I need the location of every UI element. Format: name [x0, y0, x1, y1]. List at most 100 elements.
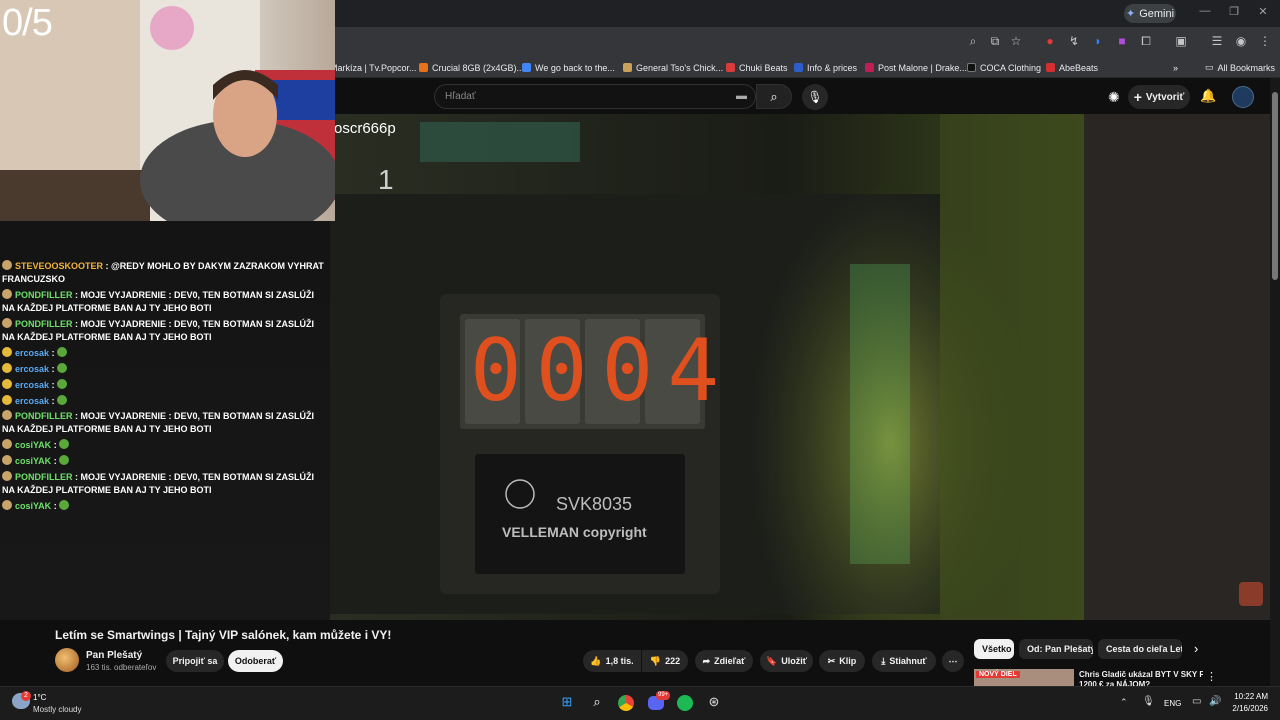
bookmark-item[interactable]: We go back to the...: [522, 61, 615, 74]
volume-icon[interactable]: 🔊: [1209, 696, 1221, 707]
chat-username[interactable]: PONDFILLER: [15, 290, 73, 300]
rec-video-thumbnail[interactable]: NOVÝ DIEL: [974, 669, 1074, 686]
extension-purple-icon[interactable]: ■: [1115, 34, 1129, 48]
bookmark-item[interactable]: Markíza | Tv.Popcor...: [330, 61, 417, 74]
folder-icon: ▭: [1205, 62, 1214, 72]
create-button[interactable]: + Vytvoriť: [1128, 85, 1190, 109]
install-icon[interactable]: ⧉: [988, 34, 1002, 48]
dislike-button[interactable]: 👎 222: [642, 650, 688, 672]
bookmark-item[interactable]: AbeBeats: [1046, 61, 1098, 74]
all-bookmarks-folder[interactable]: ▭ All Bookmarks: [1205, 61, 1275, 74]
tab-search-icon[interactable]: ▣: [1174, 34, 1188, 48]
extension-blue-icon[interactable]: ◗: [1091, 34, 1105, 48]
chat-username[interactable]: PONDFILLER: [15, 472, 73, 482]
gemini-button[interactable]: ✦ Gemini: [1124, 4, 1176, 23]
chevron-right-icon[interactable]: »: [1173, 61, 1178, 74]
search-input[interactable]: Hľadať ▬: [434, 84, 756, 109]
new-badge: NOVÝ DIEL: [976, 671, 1020, 678]
share-button[interactable]: ➦ Zdieľať: [695, 650, 753, 672]
chat-username[interactable]: cosiYAK: [15, 501, 51, 511]
clock-date[interactable]: 2/16/2026: [1222, 704, 1268, 713]
menu-kebab-icon[interactable]: ⋮: [1258, 34, 1272, 48]
chat-message: PONDFILLER : MOJE VYJADRENIE : DEV0, TEN…: [2, 289, 328, 315]
restore-icon[interactable]: ❐: [1227, 5, 1241, 21]
bookmark-item[interactable]: COCA Clothing: [967, 61, 1041, 74]
minimize-icon[interactable]: —: [1198, 5, 1212, 21]
chip-related[interactable]: Cesta do cieľa Letisk: [1098, 639, 1182, 659]
plus-icon: +: [1133, 89, 1142, 105]
chat-username[interactable]: cosiYAK: [15, 456, 51, 466]
like-button[interactable]: 👍 1,8 tis.: [583, 650, 641, 672]
chat-badge-icon: [2, 471, 12, 481]
spotify-icon[interactable]: [675, 692, 695, 712]
extension-icon[interactable]: ↯: [1067, 34, 1081, 48]
notifications-bell-icon[interactable]: 🔔: [1200, 88, 1216, 104]
weather-condition[interactable]: Mostly cloudy: [33, 705, 81, 714]
chat-username[interactable]: STEVEOOSKOOTER: [15, 261, 103, 271]
bookmark-item[interactable]: General Tso's Chick...: [623, 61, 723, 74]
zoom-icon[interactable]: ⌕: [966, 34, 980, 48]
sparkle-icon: ✦: [1125, 8, 1136, 20]
keyboard-icon[interactable]: ▬: [736, 85, 747, 108]
chevron-right-icon[interactable]: ›: [1194, 641, 1198, 656]
chat-username[interactable]: ercosak: [15, 380, 49, 390]
language-indicator[interactable]: ENG: [1164, 699, 1181, 708]
search-icon[interactable]: ⌕: [587, 692, 607, 712]
chevron-up-icon[interactable]: ⌃: [1120, 697, 1128, 708]
chat-username[interactable]: ercosak: [15, 364, 49, 374]
chat-username[interactable]: PONDFILLER: [15, 411, 73, 421]
join-button[interactable]: Pripojiť sa: [166, 650, 224, 672]
goal-counter: 0/5: [2, 2, 53, 44]
channel-name[interactable]: Pan Plešatý: [86, 650, 142, 661]
chat-username[interactable]: PONDFILLER: [15, 319, 73, 329]
extension-red-icon[interactable]: ●: [1043, 34, 1057, 48]
thumbs-up-icon: 👍: [590, 655, 602, 666]
weather-temp[interactable]: 1°C: [33, 693, 46, 702]
search-button[interactable]: ⌕: [756, 84, 792, 109]
favicon-icon: [419, 63, 428, 72]
chat-username[interactable]: ercosak: [15, 396, 49, 406]
subscribe-button[interactable]: Odoberať: [228, 650, 283, 672]
display-digits: 0004: [470, 321, 734, 421]
reading-list-icon[interactable]: ☰: [1210, 34, 1224, 48]
more-actions-button[interactable]: ⋯: [942, 650, 964, 672]
extension-icon[interactable]: ✺: [1108, 89, 1120, 106]
channel-watermark-icon[interactable]: [1239, 582, 1263, 606]
chat-text: :: [51, 501, 60, 511]
save-button[interactable]: 🔖 Uložiť: [760, 650, 813, 672]
clock-time[interactable]: 10:22 AM: [1226, 692, 1268, 701]
account-avatar[interactable]: [1232, 86, 1254, 108]
download-button[interactable]: ⤓ Stiahnuť: [872, 650, 936, 672]
profile-avatar[interactable]: ◉: [1234, 34, 1248, 48]
voice-search-button[interactable]: 🎙: [802, 84, 828, 110]
chip-all[interactable]: Všetko: [974, 639, 1014, 659]
scrollbar-thumb[interactable]: [1272, 92, 1278, 280]
channel-avatar[interactable]: [55, 648, 79, 672]
star-icon[interactable]: ☆: [1009, 34, 1023, 48]
bookmark-item[interactable]: Chuki Beats: [726, 61, 788, 74]
network-icon[interactable]: ▭: [1192, 696, 1201, 707]
mic-icon[interactable]: 🎙: [1142, 696, 1155, 707]
pcb-label-one: 1: [378, 164, 394, 195]
close-icon[interactable]: ✕: [1256, 5, 1270, 21]
chrome-icon[interactable]: [616, 692, 636, 712]
more-vert-icon[interactable]: ⋮: [1206, 670, 1217, 683]
windows-start-icon[interactable]: ⊞: [557, 692, 577, 712]
chat-username[interactable]: cosiYAK: [15, 440, 51, 450]
clip-button[interactable]: ✂ Klip: [819, 650, 865, 672]
chat-text: :: [51, 456, 60, 466]
app-icon[interactable]: ⊛: [704, 692, 724, 712]
chat-text: :: [51, 440, 60, 450]
chat-username[interactable]: ercosak: [15, 348, 49, 358]
chip-from-channel[interactable]: Od: Pan Plešatý: [1019, 639, 1093, 659]
bookmark-item[interactable]: Info & prices: [794, 61, 857, 74]
bookmark-item[interactable]: Post Malone | Drake...: [865, 61, 967, 74]
video-player[interactable]: 1 0004 SVK8035 VELLEMAN copyright: [330, 114, 1084, 620]
extensions-puzzle-icon[interactable]: ⧠: [1139, 34, 1153, 48]
chat-message: ercosak :: [2, 363, 328, 376]
chat-message: STEVEOOSKOOTER : @REDY MOHLO BY DAKYM ZA…: [2, 260, 328, 286]
chat-badge-icon: [2, 347, 12, 357]
bookmark-item[interactable]: Crucial 8GB (2x4GB)...: [419, 61, 524, 74]
chat-text: :: [49, 364, 58, 374]
chat-badge-icon: [2, 318, 12, 328]
